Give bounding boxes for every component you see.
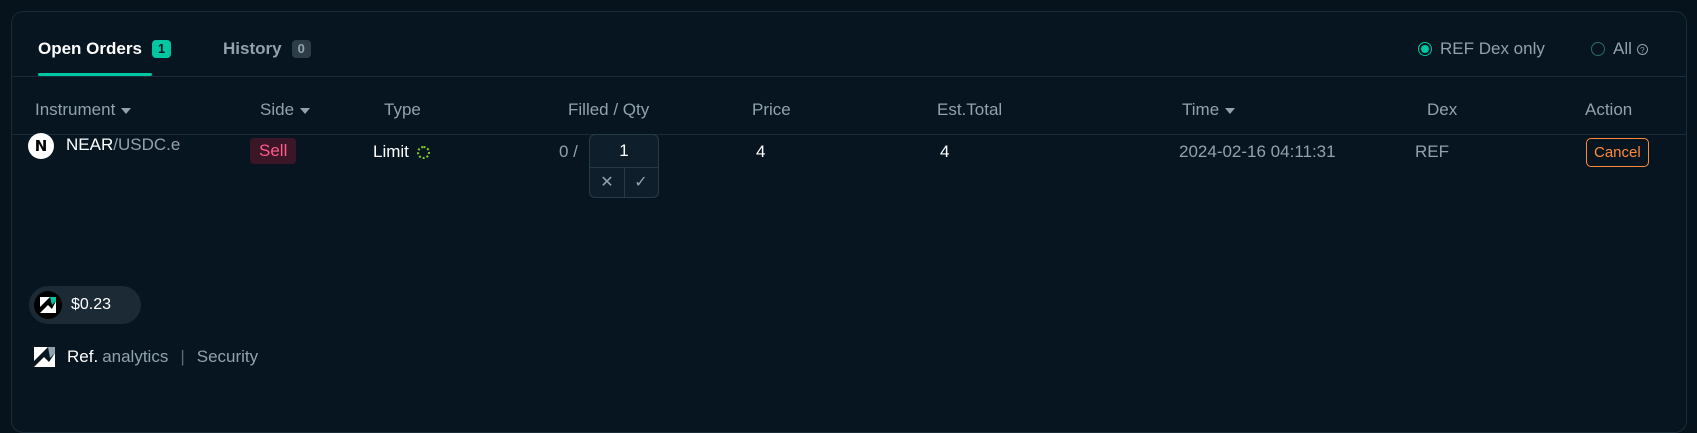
sort-caret-icon[interactable] <box>121 108 132 114</box>
column-filled-qty: Filled / Qty <box>568 100 649 120</box>
column-side-label: Side <box>260 100 295 119</box>
column-time[interactable]: Time <box>1182 100 1236 120</box>
column-type-label: Type <box>384 100 421 119</box>
filter-ref-dex-only-label: REF Dex only <box>1440 39 1545 58</box>
tab-bar: Open Orders 1 History 0 REF Dex only All… <box>12 12 1686 77</box>
check-icon[interactable]: ✓ <box>624 167 658 197</box>
footer-brand-sub: analytics <box>102 347 169 366</box>
open-orders-count-badge: 1 <box>151 40 172 58</box>
table-header: Instrument Side Type Filled / Qty Price … <box>12 76 1686 135</box>
tab-history[interactable]: History 0 <box>223 39 311 59</box>
time-value: 2024-02-16 04:11:31 <box>1179 142 1336 161</box>
sort-caret-icon[interactable] <box>300 108 311 114</box>
column-filled-qty-label: Filled / Qty <box>568 100 650 119</box>
close-icon[interactable]: ✕ <box>590 167 625 197</box>
filter-all[interactable]: All ? <box>1591 39 1648 59</box>
radio-unselected-icon[interactable] <box>1591 42 1605 56</box>
radio-selected-icon[interactable] <box>1418 42 1432 56</box>
quantity-editor: 1 ✕ ✓ <box>589 134 659 198</box>
tab-open-orders-label: Open Orders <box>38 39 142 58</box>
spinner-icon <box>416 145 430 159</box>
column-action-label: Action <box>1585 100 1633 119</box>
filter-ref-dex-only[interactable]: REF Dex only <box>1418 39 1545 59</box>
column-price-label: Price <box>752 100 791 119</box>
instrument-quote: /USDC.e <box>113 135 181 154</box>
column-time-label: Time <box>1182 100 1220 119</box>
column-instrument-label: Instrument <box>35 100 116 119</box>
ref-price-value: $0.23 <box>71 296 112 313</box>
type-cell: Limit <box>373 142 430 162</box>
instrument-base: NEAR <box>66 135 114 154</box>
type-label: Limit <box>373 142 409 161</box>
sort-caret-icon[interactable] <box>1225 108 1236 114</box>
column-action: Action <box>1585 100 1632 120</box>
est-total-value: 4 <box>940 142 950 161</box>
column-est-total: Est.Total <box>937 100 1002 120</box>
price-value: 4 <box>756 142 766 161</box>
column-dex-label: Dex <box>1427 100 1458 119</box>
column-dex: Dex <box>1427 100 1457 120</box>
near-logo-icon: N <box>28 133 54 159</box>
history-count-badge: 0 <box>291 40 311 58</box>
footer-brand: Ref. <box>67 347 99 366</box>
quantity-input[interactable]: 1 <box>590 135 658 168</box>
help-circle-icon[interactable]: ? <box>1636 43 1648 55</box>
orders-panel: Open Orders 1 History 0 REF Dex only All… <box>11 11 1687 433</box>
footer-separator: | <box>180 347 185 366</box>
column-instrument[interactable]: Instrument <box>35 100 132 120</box>
instrument-cell: NEAR/USDC.e <box>66 135 180 155</box>
side-badge: Sell <box>250 138 297 164</box>
dex-value: REF <box>1415 142 1449 161</box>
column-type: Type <box>384 100 421 120</box>
column-price: Price <box>752 100 791 120</box>
column-est-total-label: Est.Total <box>937 100 1003 119</box>
ref-logo-icon <box>34 347 55 367</box>
tab-open-orders[interactable]: Open Orders 1 <box>38 39 172 59</box>
ref-price-pill[interactable]: $0.23 <box>29 286 141 324</box>
tab-history-label: History <box>223 39 282 58</box>
cancel-order-button[interactable]: Cancel <box>1586 138 1649 167</box>
footer: Ref. analytics | Security <box>33 346 258 368</box>
column-side[interactable]: Side <box>260 100 311 120</box>
ref-logo-icon <box>34 291 62 319</box>
security-link[interactable]: Security <box>197 347 258 367</box>
filled-amount: 0 / <box>559 142 578 161</box>
filter-all-label: All <box>1613 39 1632 58</box>
